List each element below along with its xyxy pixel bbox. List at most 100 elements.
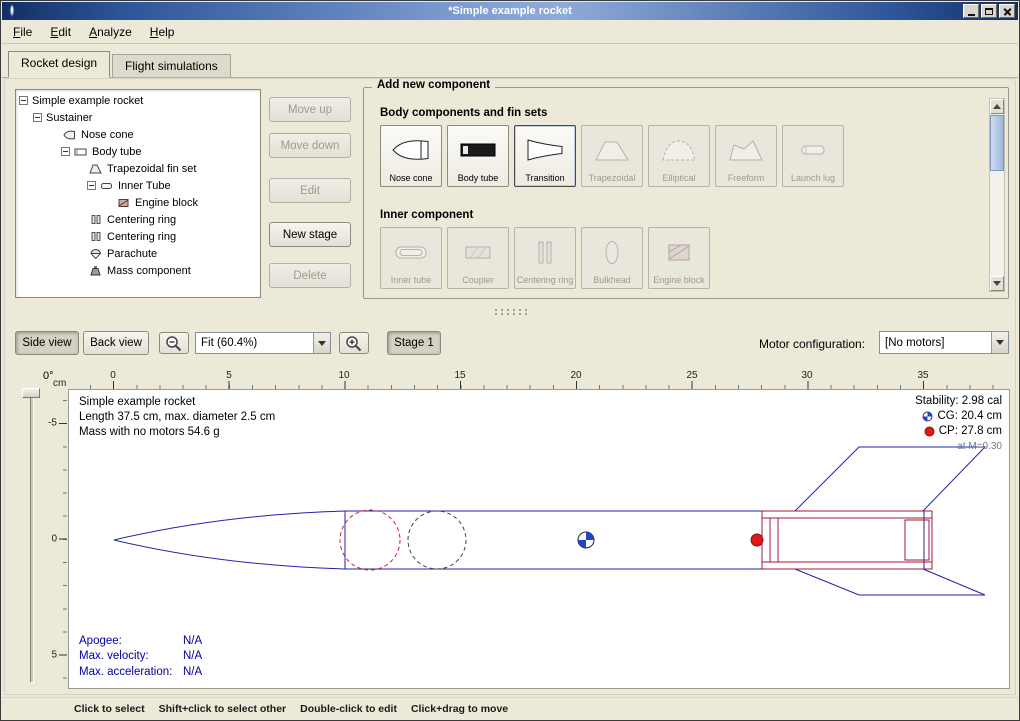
tab-rocket-design[interactable]: Rocket design	[8, 51, 110, 78]
menu-analyze[interactable]: Analyze	[80, 22, 141, 42]
tree-item-centering-ring-2[interactable]: Centering ring	[16, 228, 260, 245]
centering-ring-icon	[89, 230, 103, 243]
inner-component-circle-dark[interactable]	[408, 511, 466, 569]
collapse-icon[interactable]	[61, 147, 70, 156]
tree-item-fin-set[interactable]: Trapezoidal fin set	[16, 160, 260, 177]
edit-button[interactable]: Edit	[269, 178, 351, 203]
tree-item-centering-ring-1[interactable]: Centering ring	[16, 211, 260, 228]
collapse-icon[interactable]	[19, 96, 28, 105]
move-up-button[interactable]: Move up	[269, 97, 351, 122]
menu-edit[interactable]: Edit	[41, 22, 80, 42]
scroll-down-button[interactable]	[990, 276, 1004, 291]
trapezoidal-fin-icon	[592, 130, 632, 170]
component-button-engine-block[interactable]: Engine block	[648, 227, 710, 289]
tree-item-engine-block[interactable]: Engine block	[16, 194, 260, 211]
component-scrollbar[interactable]	[989, 98, 1005, 292]
component-button-nose-cone[interactable]: Nose cone	[380, 125, 442, 187]
tree-item-label: Centering ring	[107, 231, 176, 243]
collapse-icon[interactable]	[33, 113, 42, 122]
side-view-button[interactable]: Side view	[15, 331, 79, 355]
freeform-fin-icon	[726, 130, 766, 170]
tree-item-inner-tube[interactable]: Inner Tube	[16, 177, 260, 194]
component-button-body-tube[interactable]: Body tube	[447, 125, 509, 187]
motor-configuration-value: [No motors]	[880, 337, 991, 349]
zoom-out-button[interactable]	[159, 332, 189, 354]
fin-set-outline[interactable]	[795, 447, 985, 595]
max-velocity-label: Max. velocity:	[79, 649, 183, 665]
menu-help[interactable]: Help	[141, 22, 184, 42]
component-button-transition[interactable]: Transition	[514, 125, 576, 187]
rocket-mass: Mass with no motors 54.6 g	[79, 425, 275, 440]
component-button-coupler[interactable]: Coupler	[447, 227, 509, 289]
minimize-button[interactable]	[963, 4, 979, 18]
zoom-in-button[interactable]	[339, 332, 369, 354]
zoom-combobox[interactable]: Fit (60.4%)	[195, 332, 331, 354]
rocket-info: Simple example rocket Length 37.5 cm, ma…	[79, 395, 275, 440]
tree-item-mass-component[interactable]: Mass component	[16, 262, 260, 279]
tree-item-label: Simple example rocket	[32, 95, 143, 107]
component-button-label: Coupler	[462, 275, 494, 285]
splitpane-grip[interactable]	[493, 308, 527, 316]
cg-value: CG: 20.4 cm	[937, 409, 1002, 424]
ruler-unit-label: cm	[53, 378, 66, 389]
ruler-tick-label: 5	[226, 370, 232, 381]
component-button-trapezoidal[interactable]: Trapezoidal	[581, 125, 643, 187]
rotation-slider-thumb[interactable]	[22, 388, 40, 398]
tree-item-label: Sustainer	[46, 112, 92, 124]
component-button-label: Launch lug	[791, 173, 835, 183]
rocket-outline[interactable]	[114, 511, 924, 569]
back-view-button[interactable]: Back view	[83, 331, 149, 355]
component-button-inner-tube[interactable]: Inner tube	[380, 227, 442, 289]
magnifier-minus-icon	[165, 335, 183, 352]
tree-item-label: Engine block	[135, 197, 198, 209]
tree-item-label: Inner Tube	[118, 180, 171, 192]
tree-item-sustainer[interactable]: Sustainer	[16, 109, 260, 126]
tree-item-rocket[interactable]: Simple example rocket	[16, 92, 260, 109]
ruler-tick-label: 0	[51, 534, 57, 545]
component-button-label: Inner tube	[391, 275, 432, 285]
rotation-slider[interactable]	[30, 391, 34, 683]
component-button-label: Elliptical	[662, 173, 695, 183]
component-button-freeform[interactable]: Freeform	[715, 125, 777, 187]
close-button[interactable]	[999, 4, 1015, 18]
inner-component-label: Inner component	[380, 209, 473, 221]
motor-mount-outline[interactable]	[762, 511, 932, 569]
titlebar[interactable]: *Simple example rocket	[2, 2, 1018, 20]
cg-icon	[922, 411, 933, 422]
maximize-icon	[985, 8, 993, 15]
delete-button[interactable]: Delete	[269, 263, 351, 288]
component-button-bulkhead[interactable]: Bulkhead	[581, 227, 643, 289]
inner-tube-icon	[100, 179, 114, 192]
inner-component-circle-red[interactable]	[340, 510, 400, 570]
rocket-canvas[interactable]: Simple example rocket Length 37.5 cm, ma…	[68, 389, 1010, 689]
stage-1-toggle[interactable]: Stage 1	[387, 331, 441, 355]
body-tube-icon	[74, 145, 88, 158]
component-button-centering-ring[interactable]: Centering ring	[514, 227, 576, 289]
tab-flight-simulations[interactable]: Flight simulations	[112, 54, 231, 77]
ruler-tick-label: -5	[48, 418, 57, 429]
inner-tube-icon	[391, 232, 431, 272]
scrollbar-thumb[interactable]	[990, 115, 1004, 171]
maximize-button[interactable]	[981, 4, 997, 18]
centering-ring-icon	[89, 213, 103, 226]
group-title: Add new component	[372, 79, 495, 91]
hint-shift-click: Shift+click to select other	[159, 703, 287, 715]
component-button-elliptical[interactable]: Elliptical	[648, 125, 710, 187]
rocket-dimensions: Length 37.5 cm, max. diameter 2.5 cm	[79, 410, 275, 425]
component-tree[interactable]: Simple example rocket Sustainer Nose con…	[15, 89, 261, 298]
tree-item-parachute[interactable]: Parachute	[16, 245, 260, 262]
tree-item-nose-cone[interactable]: Nose cone	[16, 126, 260, 143]
move-down-button[interactable]: Move down	[269, 133, 351, 158]
tree-item-body-tube[interactable]: Body tube	[16, 143, 260, 160]
component-button-launch-lug[interactable]: Launch lug	[782, 125, 844, 187]
menu-bar: File Edit Analyze Help	[2, 20, 1018, 44]
menu-file[interactable]: File	[4, 22, 41, 42]
chevron-down-icon[interactable]	[991, 332, 1008, 353]
motor-configuration-combobox[interactable]: [No motors]	[879, 331, 1009, 354]
chevron-down-icon[interactable]	[313, 333, 330, 353]
ruler-tick-label: 5	[51, 650, 57, 661]
new-stage-button[interactable]: New stage	[269, 222, 351, 247]
scroll-up-button[interactable]	[990, 99, 1004, 114]
component-button-label: Bulkhead	[593, 275, 631, 285]
collapse-icon[interactable]	[87, 181, 96, 190]
